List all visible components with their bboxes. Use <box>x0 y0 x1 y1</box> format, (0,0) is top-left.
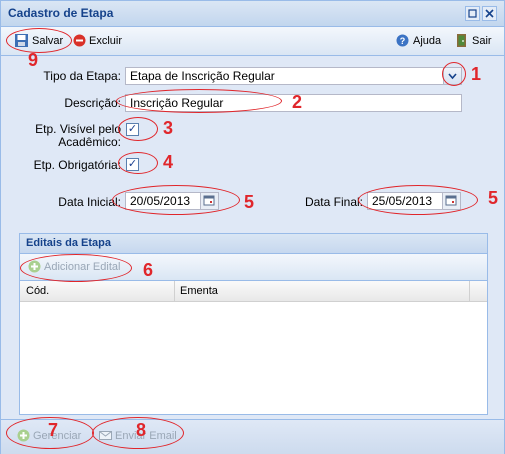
annotation-ellipse <box>6 28 72 53</box>
annotation-number: 9 <box>28 50 39 70</box>
annotation-ellipse <box>118 152 158 174</box>
editais-header: Editais da Etapa <box>20 234 487 254</box>
annotation-number: 5 <box>488 188 499 208</box>
annotation-ellipse <box>20 254 132 282</box>
tipo-value: Etapa de Inscrição Regular <box>130 69 275 83</box>
delete-button[interactable]: Excluir <box>73 33 125 49</box>
minimize-icon[interactable] <box>465 6 480 21</box>
toolbar: Salvar Excluir ? Ajuda Sair <box>1 27 504 56</box>
annotation-number: 8 <box>136 420 147 440</box>
annotation-ellipse <box>118 117 158 141</box>
annotation-ellipse <box>358 185 478 215</box>
visivel-label-line1: Etp. Visível pelo <box>35 122 121 136</box>
delete-icon <box>73 34 86 47</box>
exit-door-icon <box>457 34 466 47</box>
editais-title: Editais da Etapa <box>26 237 111 249</box>
annotation-number: 7 <box>48 420 59 440</box>
delete-label: Excluir <box>89 35 123 47</box>
grid-header: Cód. Ementa <box>20 281 487 302</box>
annotation-ellipse <box>112 185 240 215</box>
obrigatoria-label: Etp. Obrigatória: <box>33 158 121 172</box>
annotation-number: 5 <box>244 192 255 212</box>
close-icon[interactable] <box>482 6 497 21</box>
annotation-ellipse <box>116 89 282 113</box>
column-ementa[interactable]: Ementa <box>180 285 218 297</box>
help-icon: ? <box>396 34 409 47</box>
window-title: Cadastro de Etapa <box>8 6 114 20</box>
help-button[interactable]: ? Ajuda <box>396 33 442 49</box>
column-cod[interactable]: Cód. <box>26 285 49 297</box>
annotation-number: 3 <box>163 118 174 138</box>
annotation-ellipse <box>442 62 466 86</box>
help-label: Ajuda <box>413 35 442 47</box>
visivel-label-line2: Acadêmico: <box>58 135 121 149</box>
column-divider <box>174 281 175 301</box>
annotation-number: 2 <box>292 92 303 112</box>
title-bar: Cadastro de Etapa <box>1 1 504 27</box>
column-divider <box>469 281 470 301</box>
descricao-label: Descrição: <box>64 96 121 110</box>
tipo-label: Tipo da Etapa: <box>43 69 121 83</box>
tipo-combo[interactable]: Etapa de Inscrição Regular <box>125 67 462 85</box>
exit-label: Sair <box>472 35 492 47</box>
grid-body <box>20 302 487 414</box>
exit-button[interactable]: Sair <box>455 33 495 49</box>
svg-text:?: ? <box>400 36 406 46</box>
annotation-number: 6 <box>143 260 154 280</box>
annotation-number: 4 <box>163 152 174 172</box>
annotation-number: 1 <box>471 64 482 84</box>
dialog-window: Cadastro de Etapa Salvar Excluir ? Ajuda… <box>0 0 505 454</box>
data-inicial-label: Data Inicial: <box>58 195 121 209</box>
data-final-label: Data Final: <box>304 195 363 209</box>
